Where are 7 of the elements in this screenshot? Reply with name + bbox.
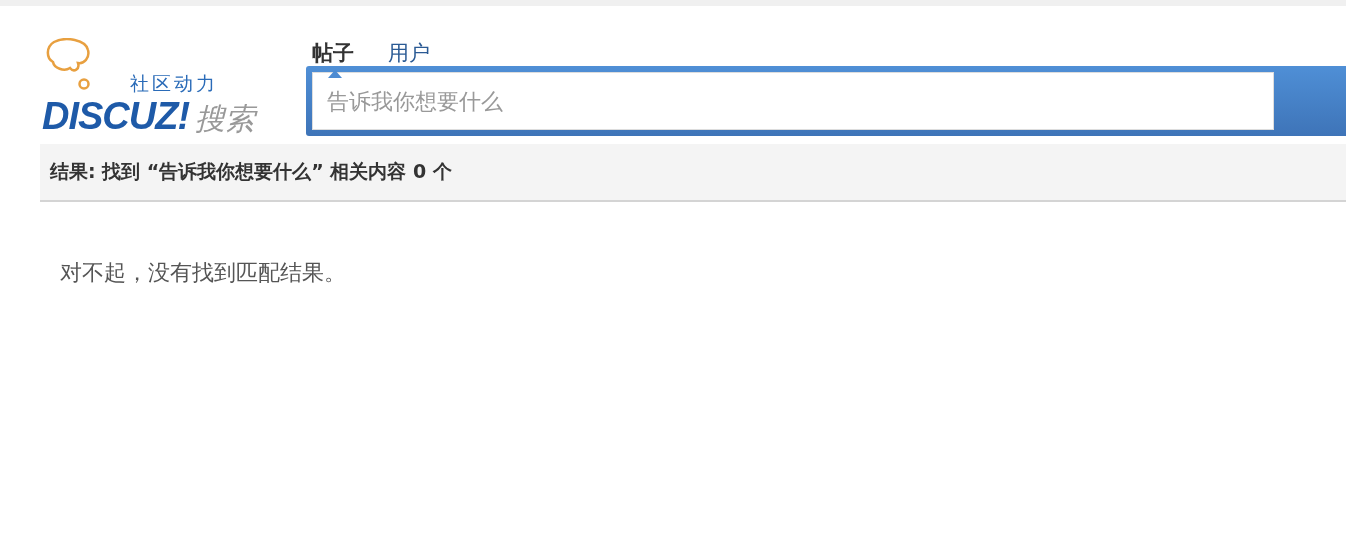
logo-suffix: 搜索 [195, 100, 256, 138]
search-tab[interactable]: 用户 [388, 40, 430, 66]
search-field[interactable]: 告诉我你想要什么 [312, 72, 1274, 130]
logo-wordmark: DISCUZ! [42, 96, 190, 136]
result-summary: 结果: 找到 “告诉我你想要什么” 相关内容 0 个 [50, 159, 452, 184]
no-results-message: 对不起，没有找到匹配结果。 [60, 259, 347, 287]
logo-tagline: 社区动力 [130, 72, 218, 94]
